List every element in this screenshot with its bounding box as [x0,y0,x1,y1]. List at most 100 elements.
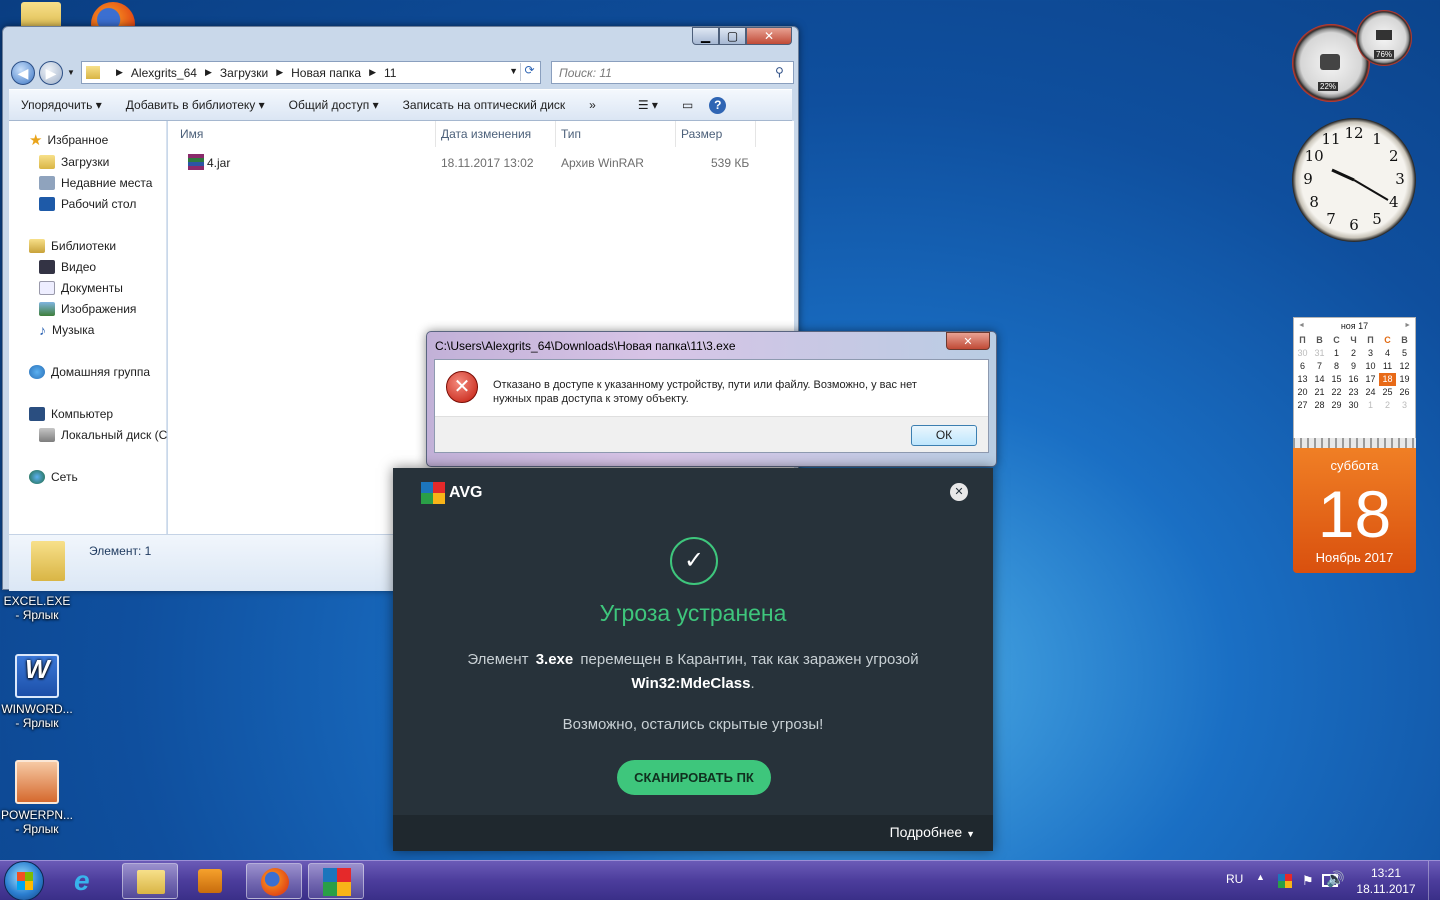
calendar-day[interactable]: 8 [1328,360,1345,373]
calendar-day[interactable]: 26 [1396,386,1413,399]
nav-computer[interactable]: Компьютер [29,405,113,423]
calendar-day[interactable]: 9 [1345,360,1362,373]
burn-button[interactable]: Записать на оптический диск [391,98,578,112]
nav-images[interactable]: Изображения [39,300,136,318]
column-size[interactable]: Размер [681,127,722,141]
calendar-day[interactable]: 16 [1345,373,1362,386]
desktop-icon-powerpoint[interactable]: POWERPN... - Ярлык [0,760,74,836]
breadcrumb-11[interactable]: 11 [384,66,396,80]
calendar-day[interactable]: 1 [1362,399,1379,412]
column-type[interactable]: Тип [561,127,581,141]
desktop-icon-word[interactable]: W WINWORD... - Ярлык [0,654,74,730]
view-options-icon[interactable]: ☰ ▾ [626,98,670,112]
calendar-day[interactable]: 2 [1345,347,1362,360]
nav-downloads[interactable]: Загрузки [39,153,109,171]
calendar-day[interactable]: 19 [1396,373,1413,386]
dialog-close-button[interactable]: ✕ [946,332,990,350]
calendar-day[interactable]: 13 [1294,373,1311,386]
next-month-button[interactable]: ► [1404,318,1411,334]
breadcrumb-user[interactable]: Alexgrits_64 [131,66,197,80]
tray-clock[interactable]: 13:21 18.11.2017 [1352,865,1420,897]
calendar-day[interactable]: 14 [1311,373,1328,386]
calendar-day[interactable]: 20 [1294,386,1311,399]
clock-number: 1 [1372,130,1382,149]
organize-button[interactable]: Упорядочить ▾ [9,98,114,112]
close-button[interactable]: ✕ [746,27,792,45]
calendar-day[interactable]: 31 [1311,347,1328,360]
more-commands-button[interactable]: » [577,98,608,112]
taskbar-ie[interactable]: e [62,863,118,899]
add-to-library-button[interactable]: Добавить в библиотеку ▾ [114,98,277,112]
share-button[interactable]: Общий доступ ▾ [277,98,391,112]
calendar-day[interactable]: 3 [1362,347,1379,360]
start-button[interactable] [4,861,44,900]
calendar-day[interactable]: 12 [1396,360,1413,373]
nav-network[interactable]: Сеть [29,468,78,486]
breadcrumb-downloads[interactable]: Загрузки [220,66,268,80]
language-indicator[interactable]: RU [1226,872,1243,886]
calendar-day[interactable]: 22 [1328,386,1345,399]
nav-local-disk[interactable]: Локальный диск (C [39,426,167,444]
avg-tray-icon[interactable] [1278,874,1292,888]
calendar-day[interactable]: 10 [1362,360,1379,373]
help-icon[interactable]: ? [709,96,727,114]
calendar-day[interactable]: 6 [1294,360,1311,373]
column-name[interactable]: Имя [180,127,203,141]
calendar-day[interactable]: 30 [1345,399,1362,412]
scan-pc-button[interactable]: СКАНИРОВАТЬ ПК [617,760,771,795]
show-desktop-button[interactable] [1428,861,1440,900]
taskbar-avg[interactable] [308,863,364,899]
taskbar-media-player[interactable] [182,863,238,899]
back-button[interactable]: ◀ [11,61,35,85]
volume-icon[interactable]: 🔊 [1326,870,1345,888]
table-row[interactable]: 4.jar 18.11.2017 13:02 Архив WinRAR 539 … [168,153,768,173]
taskbar-explorer[interactable] [122,863,178,899]
taskbar-firefox[interactable] [246,863,302,899]
calendar-day[interactable]: 2 [1379,399,1396,412]
calendar-day[interactable]: 21 [1311,386,1328,399]
calendar-day[interactable]: 15 [1328,373,1345,386]
calendar-day[interactable]: 11 [1379,360,1396,373]
nav-desktop[interactable]: Рабочий стол [39,195,136,213]
nav-video[interactable]: Видео [39,258,96,276]
nav-homegroup[interactable]: Домашняя группа [29,363,150,381]
more-details-link[interactable]: Подробнее ▼ [890,824,975,840]
calendar-day[interactable]: 23 [1345,386,1362,399]
search-input[interactable]: Поиск: 11 [551,61,794,84]
ok-button[interactable]: ОК [911,425,977,446]
calendar-day[interactable]: 27 [1294,399,1311,412]
avg-hint: Возможно, остались скрытые угрозы! [562,716,824,733]
address-dropdown-icon[interactable]: ▼ [509,66,518,76]
calendar-day[interactable]: 25 [1379,386,1396,399]
prev-month-button[interactable]: ◄ [1298,318,1305,334]
address-bar[interactable]: ▶ Alexgrits_64 ▶ Загрузки ▶ Новая папка … [81,61,541,84]
nav-recent[interactable]: Недавние места [39,174,152,192]
minimize-button[interactable]: ▁ [692,27,719,45]
action-center-icon[interactable]: ⚑ [1302,873,1314,889]
maximize-button[interactable]: ▢ [719,27,746,45]
column-date[interactable]: Дата изменения [441,127,531,141]
calendar-day[interactable]: 1 [1328,347,1345,360]
calendar-day[interactable]: 29 [1328,399,1345,412]
calendar-day[interactable]: 17 [1362,373,1379,386]
calendar-day[interactable]: 4 [1379,347,1396,360]
recent-pages-dropdown-icon[interactable]: ▼ [67,68,75,77]
calendar-day[interactable]: 18 [1379,373,1396,386]
show-hidden-icons-button[interactable]: ▲ [1256,872,1265,882]
preview-pane-icon[interactable]: ▭ [670,98,705,112]
refresh-icon[interactable]: ⟳ [520,63,538,81]
calendar-day[interactable]: 5 [1396,347,1413,360]
calendar-day[interactable]: 3 [1396,399,1413,412]
nav-music[interactable]: ♪ Музыка [39,321,94,339]
desktop-icon-excel[interactable]: EXCEL.EXE - Ярлык [0,594,74,622]
nav-documents[interactable]: Документы [39,279,123,297]
breadcrumb-new-folder[interactable]: Новая папка [291,66,361,80]
avg-close-button[interactable]: ✕ [950,483,968,501]
forward-button[interactable]: ▶ [39,61,63,85]
calendar-day[interactable]: 28 [1311,399,1328,412]
calendar-day[interactable]: 7 [1311,360,1328,373]
nav-libraries[interactable]: Библиотеки [29,237,116,255]
calendar-day[interactable]: 24 [1362,386,1379,399]
nav-favorites[interactable]: ★ Избранное [29,131,108,149]
calendar-day[interactable]: 30 [1294,347,1311,360]
